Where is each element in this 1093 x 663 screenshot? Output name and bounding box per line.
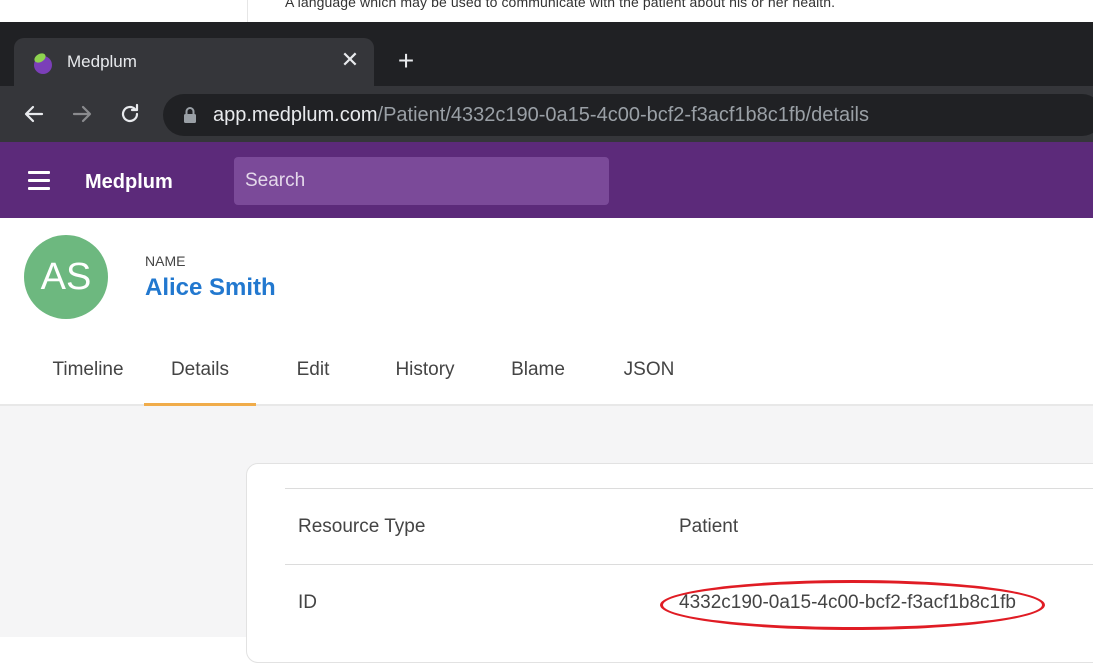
background-sidebar bbox=[0, 0, 248, 22]
back-arrow-icon[interactable] bbox=[22, 102, 46, 126]
patient-name[interactable]: Alice Smith bbox=[145, 274, 276, 302]
search-input[interactable] bbox=[234, 157, 609, 205]
tab-history[interactable]: History bbox=[380, 356, 470, 406]
field-label: Resource Type bbox=[298, 516, 426, 537]
table-row: Resource Type Patient bbox=[285, 489, 1093, 565]
new-tab-button[interactable]: + bbox=[394, 47, 418, 75]
url-path: /Patient/4332c190-0a15-4c00-bcf2-f3acf1b… bbox=[377, 104, 869, 126]
browser-tab[interactable]: Medplum ✕ bbox=[14, 38, 374, 88]
patient-header: AS NAME Alice Smith Timeline Details Edi… bbox=[0, 218, 1093, 406]
field-value: Patient bbox=[679, 516, 739, 537]
details-card: Resource Type Patient ID 4332c190-0a15-4… bbox=[246, 463, 1093, 663]
tab-timeline[interactable]: Timeline bbox=[38, 356, 138, 406]
tab-blame[interactable]: Blame bbox=[500, 356, 576, 406]
tab-json[interactable]: JSON bbox=[614, 356, 684, 406]
name-label: NAME bbox=[145, 253, 186, 269]
url-host: app.medplum.com bbox=[213, 104, 378, 126]
highlight-annotation bbox=[660, 580, 1045, 630]
menu-icon[interactable] bbox=[28, 171, 52, 191]
browser-toolbar: app.medplum.com/Patient/4332c190-0a15-4c… bbox=[0, 86, 1093, 142]
resource-tabs: Timeline Details Edit History Blame JSON bbox=[0, 356, 1093, 406]
tab-details[interactable]: Details bbox=[144, 356, 256, 406]
field-label: ID bbox=[298, 592, 317, 613]
plum-icon bbox=[34, 53, 52, 74]
tab-edit[interactable]: Edit bbox=[278, 356, 348, 406]
url-text[interactable]: app.medplum.com/Patient/4332c190-0a15-4c… bbox=[213, 104, 869, 127]
forward-arrow-icon[interactable] bbox=[70, 102, 94, 126]
browser-tab-bar: Medplum ✕ + bbox=[0, 22, 1093, 88]
brand-name[interactable]: Medplum bbox=[85, 171, 173, 194]
background-page: A language which may be used to communic… bbox=[0, 0, 1093, 22]
reload-icon[interactable] bbox=[118, 102, 142, 126]
lock-icon[interactable] bbox=[183, 106, 197, 124]
avatar: AS bbox=[24, 235, 108, 319]
background-page-text: A language which may be used to communic… bbox=[285, 0, 836, 10]
address-bar[interactable]: app.medplum.com/Patient/4332c190-0a15-4c… bbox=[163, 94, 1093, 136]
tab-title: Medplum bbox=[67, 52, 137, 71]
close-tab-icon[interactable]: ✕ bbox=[340, 49, 360, 71]
app-header: Medplum bbox=[0, 142, 1093, 218]
